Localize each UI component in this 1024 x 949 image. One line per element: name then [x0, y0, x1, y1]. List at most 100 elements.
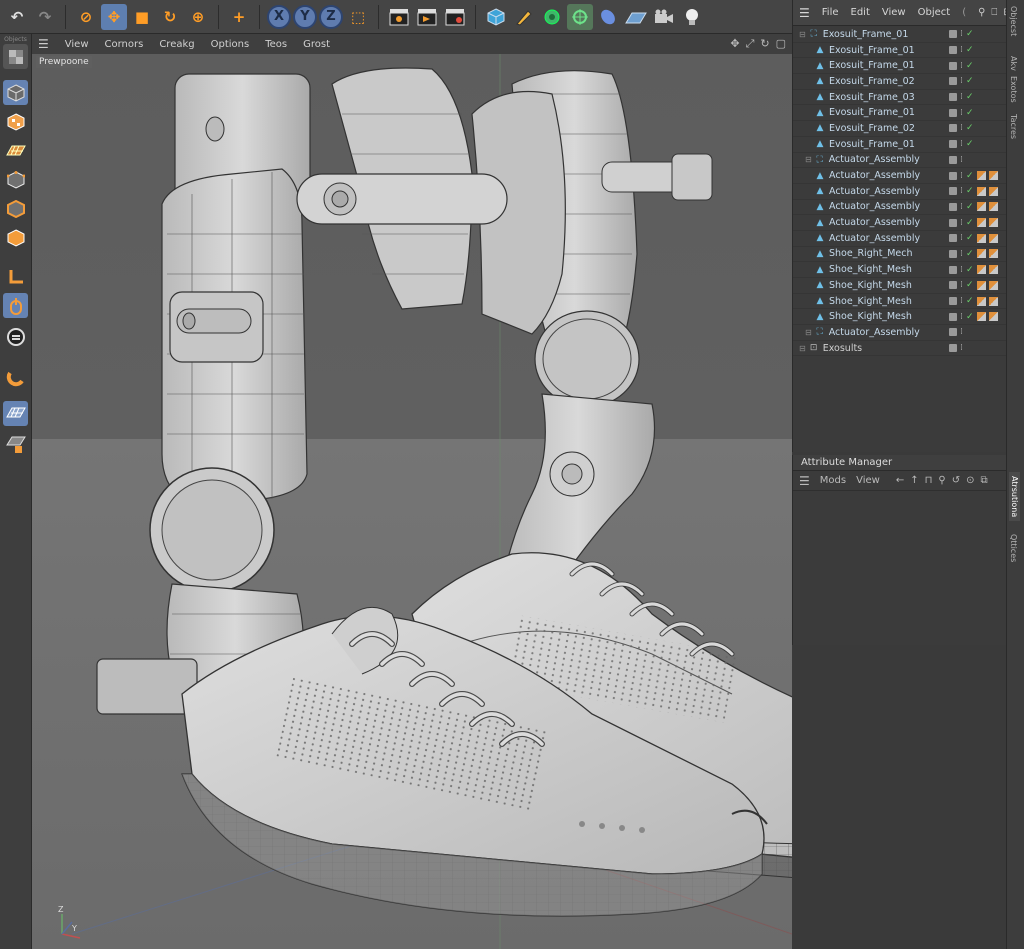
viewport-menu-options[interactable]: Options — [211, 39, 250, 50]
layer-color-icon[interactable] — [949, 281, 958, 290]
light-button[interactable] — [679, 4, 705, 30]
enabled-check-icon[interactable]: ✓ — [966, 76, 974, 86]
tab-akv[interactable]: Akv — [1009, 56, 1018, 71]
y-axis-lock-button[interactable]: Y — [293, 4, 317, 29]
enabled-check-icon[interactable]: ✓ — [966, 186, 974, 196]
maximize-view-icon[interactable]: ▢ — [776, 37, 786, 51]
layer-color-icon[interactable] — [949, 93, 958, 102]
make-editable-button[interactable] — [3, 44, 28, 69]
object-row[interactable]: ▲ Exosuit_Frame_03 ⁞ ✓ — [793, 90, 1006, 106]
material-tag-icon[interactable] — [977, 202, 986, 212]
am-menu-mode[interactable]: Mods — [820, 475, 846, 486]
polygons-mode-button[interactable] — [3, 225, 28, 250]
material-tag-icon[interactable] — [989, 171, 998, 181]
am-hamburger-icon[interactable]: ☰ — [799, 474, 810, 488]
object-row[interactable]: ▲ Exosuit_Frame_02 ⁞ ✓ — [793, 74, 1006, 90]
up-arrow-icon[interactable]: ↑ — [910, 475, 918, 486]
visibility-dots-icon[interactable]: ⁞ — [960, 327, 963, 337]
pen-spline-button[interactable] — [511, 4, 537, 30]
visibility-dots-icon[interactable]: ⁞ — [960, 343, 963, 353]
material-tag-icon[interactable] — [977, 312, 986, 322]
object-row[interactable]: ⊟ ⛶ Exosuit_Frame_01 ⁞ ✓ — [793, 27, 1006, 43]
viewport-menu-view[interactable]: View — [65, 39, 89, 50]
workplane-snap-button[interactable] — [3, 401, 28, 426]
search-icon[interactable]: ⚲ — [978, 7, 985, 18]
settings-icon[interactable]: ⊙ — [966, 475, 974, 486]
object-row[interactable]: ⊟ ⊡ Exosults ⁞ — [793, 341, 1006, 357]
coordinate-system-button[interactable]: ⬚ — [345, 4, 371, 30]
history-icon[interactable]: ↺ — [952, 475, 960, 486]
layer-color-icon[interactable] — [949, 202, 958, 211]
material-tag-icon[interactable] — [989, 280, 998, 290]
object-row[interactable]: ▲ Shoe_Kight_Mesh ⁞ ✓ — [793, 294, 1006, 310]
visibility-dots-icon[interactable]: ⁞ — [960, 123, 963, 133]
new-window-icon[interactable]: ⧉ — [981, 475, 988, 486]
material-tag-icon[interactable] — [977, 218, 986, 228]
visibility-dots-icon[interactable]: ⁞ — [960, 265, 963, 275]
viewport[interactable]: ☰ View Cornors Creakg Options Teos Grost… — [32, 34, 792, 949]
enabled-check-icon[interactable]: ✓ — [966, 29, 974, 39]
layer-color-icon[interactable] — [949, 312, 958, 321]
object-row[interactable]: ▲ Shoe_Kight_Mesh ⁞ ✓ — [793, 278, 1006, 294]
visibility-dots-icon[interactable]: ⁞ — [960, 296, 963, 306]
visibility-dots-icon[interactable]: ⁞ — [960, 312, 963, 322]
viewport-menu-cameras[interactable]: Cornors — [105, 39, 144, 50]
enabled-check-icon[interactable]: ✓ — [966, 61, 974, 71]
bookmark-icon[interactable]: ⎕ — [991, 7, 997, 18]
expand-toggle-icon[interactable]: ⊟ — [805, 155, 812, 164]
redo-button[interactable]: ↷ — [32, 4, 58, 30]
object-row[interactable]: ⊟ ⛶ Actuator_Assembly ⁞ — [793, 325, 1006, 341]
viewport-hamburger-icon[interactable]: ☰ — [38, 37, 49, 51]
material-tag-icon[interactable] — [977, 249, 986, 259]
layer-color-icon[interactable] — [949, 265, 958, 274]
material-tag-icon[interactable] — [977, 265, 986, 275]
move-tool-button[interactable]: ✥ — [101, 3, 127, 30]
layer-color-icon[interactable] — [949, 171, 958, 180]
object-row[interactable]: ▲ Actuator_Assembly ⁞ ✓ — [793, 168, 1006, 184]
visibility-dots-icon[interactable]: ⁞ — [960, 280, 963, 290]
visibility-dots-icon[interactable]: ⁞ — [960, 76, 963, 86]
enabled-check-icon[interactable]: ✓ — [966, 233, 974, 243]
material-tag-icon[interactable] — [989, 296, 998, 306]
enabled-check-icon[interactable]: ✓ — [966, 249, 974, 259]
tweak-mode-button[interactable] — [3, 293, 28, 318]
layer-color-icon[interactable] — [949, 124, 958, 133]
object-row[interactable]: ▲ Actuator_Assembly ⁞ ✓ — [793, 231, 1006, 247]
z-axis-lock-button[interactable]: Z — [319, 4, 343, 29]
pan-icon[interactable]: ✥ — [730, 37, 739, 51]
camera-button[interactable] — [651, 4, 677, 30]
undo-button[interactable]: ↶ — [4, 4, 30, 30]
layer-color-icon[interactable] — [949, 234, 958, 243]
orbit-icon[interactable]: ↻ — [760, 37, 769, 51]
material-tag-icon[interactable] — [989, 249, 998, 259]
material-tag-icon[interactable] — [977, 171, 986, 181]
object-row[interactable]: ▲ Shoe_Kight_Mesh ⁞ ✓ — [793, 262, 1006, 278]
material-tag-icon[interactable] — [977, 296, 986, 306]
expand-toggle-icon[interactable]: ⊟ — [805, 328, 812, 337]
material-tag-icon[interactable] — [977, 186, 986, 196]
material-tag-icon[interactable] — [989, 218, 998, 228]
tab-attributes[interactable]: Atrsutiona — [1009, 472, 1020, 522]
object-row[interactable]: ▲ Shoe_Kight_Mesh ⁞ ✓ — [793, 309, 1006, 326]
axis-mode-button[interactable] — [3, 264, 28, 289]
layer-color-icon[interactable] — [949, 249, 958, 258]
edges-mode-button[interactable] — [3, 196, 28, 221]
back-arrow-icon[interactable]: ← — [896, 475, 904, 486]
layer-color-icon[interactable] — [949, 61, 958, 70]
enabled-check-icon[interactable]: ✓ — [966, 92, 974, 102]
model-mode-button[interactable] — [3, 80, 28, 105]
object-row[interactable]: ▲ Evosuit_Frame_01 ⁞ ✓ — [793, 105, 1006, 122]
om-hamburger-icon[interactable]: ☰ — [799, 6, 810, 20]
tab-tacres[interactable]: Tacres — [1009, 114, 1018, 139]
om-menu-file[interactable]: File — [822, 7, 839, 18]
layer-color-icon[interactable] — [949, 155, 958, 164]
layer-color-icon[interactable] — [949, 108, 958, 117]
object-row[interactable]: ▲ Exosuit_Frame_01 ⁞ ✓ — [793, 58, 1006, 75]
points-mode-button[interactable] — [3, 167, 28, 192]
object-row[interactable]: ▲ Exosuit_Frame_01 ⁞ ✓ — [793, 43, 1006, 59]
material-tag-icon[interactable] — [989, 233, 998, 243]
visibility-dots-icon[interactable]: ⁞ — [960, 249, 963, 259]
om-menu-overflow[interactable]: ( — [962, 7, 966, 18]
material-tag-icon[interactable] — [989, 265, 998, 275]
material-tag-icon[interactable] — [977, 233, 986, 243]
